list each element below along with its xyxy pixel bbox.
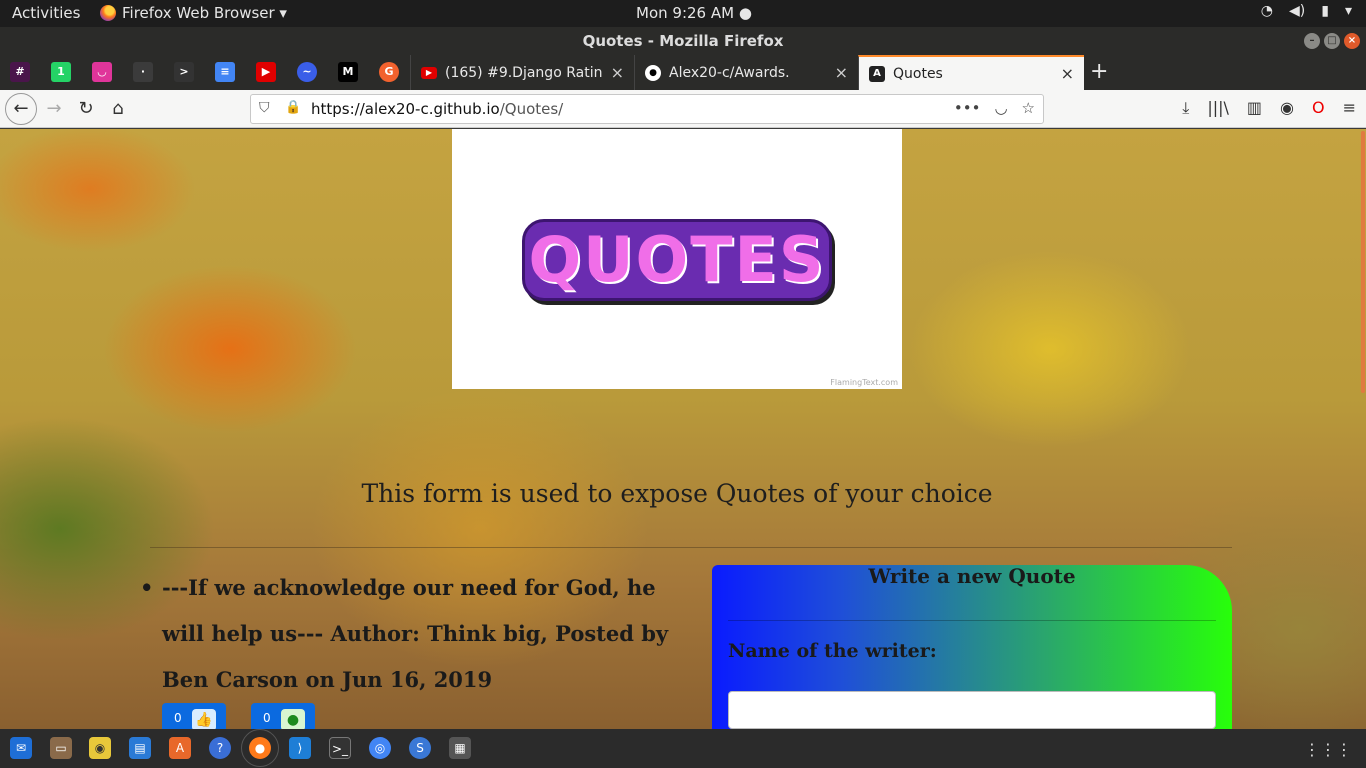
menu-icon[interactable]: ≡	[1343, 98, 1356, 118]
thumbs-down-icon: ●	[281, 709, 305, 729]
tab-quotes[interactable]: A Quotes ×	[858, 55, 1084, 90]
page-content: QUOTES FlamingText.com This form is used…	[0, 129, 1366, 729]
banner-credit: FlamingText.com	[830, 378, 898, 387]
quote-list: ---If we acknowledge our need for God, h…	[140, 565, 700, 703]
rhythmbox-icon[interactable]: ◉	[89, 737, 111, 759]
devto-icon[interactable]: >	[174, 62, 194, 82]
wifi-icon[interactable]: ◔	[1261, 3, 1273, 19]
more-icon[interactable]: •••	[954, 99, 981, 117]
page-headline: This form is used to expose Quotes of yo…	[361, 479, 993, 508]
writer-name-input[interactable]	[728, 691, 1216, 729]
library-icon[interactable]: |||\	[1207, 98, 1229, 118]
divider	[150, 547, 1232, 548]
messenger-icon[interactable]: ~	[297, 62, 317, 82]
clock[interactable]: Mon 9:26 AM ●	[636, 4, 752, 22]
sidebar-icon[interactable]: ▥	[1247, 98, 1262, 118]
quotes-banner: QUOTES FlamingText.com	[452, 129, 902, 389]
slack-icon[interactable]: #	[10, 62, 30, 82]
upvote-count: 0	[174, 711, 182, 725]
firefox-icon[interactable]: ●	[241, 729, 279, 767]
system-top-bar: Activities Firefox Web Browser ▾ Mon 9:2…	[0, 0, 1366, 27]
tab-label: (165) #9.Django Ratings	[445, 64, 603, 81]
account-icon[interactable]: ◉	[1280, 98, 1294, 118]
show-applications-icon[interactable]: ⋮⋮⋮	[1304, 740, 1352, 759]
files-icon[interactable]: ▭	[50, 737, 72, 759]
window-title: Quotes - Mozilla Firefox	[582, 32, 784, 50]
system-tray[interactable]: ◔ ◀) ▮ ▾	[1261, 3, 1352, 19]
thunderbird-icon[interactable]: ✉	[10, 737, 32, 759]
docs-icon[interactable]: ≡	[215, 62, 235, 82]
tab-label: Quotes	[893, 65, 943, 82]
thumbs-up-icon: 👍	[192, 709, 216, 729]
lock-icon[interactable]: 🔒	[285, 100, 301, 115]
url-bar[interactable]: ⛉ 🔒 https://alex20-c.github.io/Quotes/ •…	[250, 94, 1044, 124]
close-tab-icon[interactable]: ×	[835, 63, 848, 82]
tab-django-ratings[interactable]: ▶ (165) #9.Django Ratings ×	[410, 55, 634, 90]
volume-icon[interactable]: ◀)	[1289, 3, 1305, 19]
maximize-icon[interactable]: □	[1324, 33, 1340, 49]
downvote-count: 0	[263, 711, 271, 725]
writer-name-label: Name of the writer:	[728, 640, 937, 662]
form-title: Write a new Quote	[868, 564, 1076, 588]
upvote-button[interactable]: 0 👍	[162, 703, 226, 729]
close-tab-icon[interactable]: ×	[1061, 64, 1074, 83]
minimize-icon[interactable]: –	[1304, 33, 1320, 49]
back-button[interactable]: ←	[5, 93, 37, 125]
forward-button[interactable]: →	[40, 95, 68, 123]
tab-icon[interactable]: ·	[133, 62, 153, 82]
simplenote-icon[interactable]: S	[409, 737, 431, 759]
logo-text: QUOTES	[528, 223, 826, 296]
scrollbar-thumb[interactable]	[1361, 131, 1365, 393]
tracking-shield-icon[interactable]: ⛉	[259, 100, 270, 116]
home-button[interactable]: ⌂	[104, 95, 132, 123]
quote-item: ---If we acknowledge our need for God, h…	[140, 565, 700, 703]
new-tab-button[interactable]: +	[1090, 59, 1108, 84]
help-icon[interactable]: ?	[209, 737, 231, 759]
app-menu[interactable]: Firefox Web Browser ▾	[100, 4, 287, 22]
url-text[interactable]: https://alex20-c.github.io/Quotes/	[311, 100, 563, 118]
angular-icon: A	[869, 65, 885, 82]
opera-icon[interactable]: O	[1312, 98, 1325, 118]
software-icon[interactable]: A	[169, 737, 191, 759]
chrome-icon[interactable]: ◎	[369, 737, 391, 759]
download-icon[interactable]: ⤓	[1182, 98, 1189, 118]
writer-icon[interactable]: ▤	[129, 737, 151, 759]
dock: ✉ ▭ ◉ ▤ A ? ● ⟩ >_ ◎ S ▦ ⋮⋮⋮	[0, 729, 1366, 768]
url-path: /Quotes/	[499, 100, 564, 118]
app-menu-label: Firefox Web Browser ▾	[122, 4, 287, 22]
downvote-button[interactable]: 0 ●	[251, 703, 315, 729]
medium-icon[interactable]: M	[338, 62, 358, 82]
bookmark-star-icon[interactable]: ☆	[1022, 99, 1035, 117]
activities-button[interactable]: Activities	[12, 4, 80, 22]
tab-strip: # 1 ◡ · > ≡ ▶ ~ M G ▶ (165) #9.Django Ra…	[0, 55, 1366, 90]
quotes-logo: QUOTES	[522, 219, 832, 301]
power-menu-icon[interactable]: ▾	[1345, 3, 1352, 19]
tab-label: Alex20-c/Awards.	[669, 64, 790, 81]
close-tab-icon[interactable]: ×	[611, 63, 624, 82]
window-titlebar: Quotes - Mozilla Firefox – □ ×	[0, 27, 1366, 55]
page-scrollbar[interactable]	[1360, 129, 1366, 729]
vscode-icon[interactable]: ⟩	[289, 737, 311, 759]
pocket-icon[interactable]: ◡	[92, 62, 112, 82]
navigation-bar: ← → ↻ ⌂ ⛉ 🔒 https://alex20-c.github.io/Q…	[0, 90, 1366, 128]
form-divider	[728, 620, 1216, 621]
battery-icon[interactable]: ▮	[1321, 3, 1329, 19]
firefox-icon	[100, 5, 116, 21]
new-quote-form: Write a new Quote Name of the writer:	[712, 565, 1232, 729]
youtube-icon: ▶	[421, 66, 437, 79]
terminal-icon[interactable]: >_	[329, 737, 351, 759]
pocket-icon[interactable]: ◡	[994, 99, 1007, 117]
reload-button[interactable]: ↻	[72, 95, 100, 123]
github-icon: ●	[645, 64, 661, 81]
tab-github-awards[interactable]: ● Alex20-c/Awards. ×	[634, 55, 858, 90]
url-host: https://alex20-c.github.io	[311, 100, 500, 118]
youtube-icon[interactable]: ▶	[256, 62, 276, 82]
close-icon[interactable]: ×	[1344, 33, 1360, 49]
video-icon[interactable]: ▦	[449, 737, 471, 759]
whatsapp-icon[interactable]: 1	[51, 62, 71, 82]
grammarly-icon[interactable]: G	[379, 62, 399, 82]
